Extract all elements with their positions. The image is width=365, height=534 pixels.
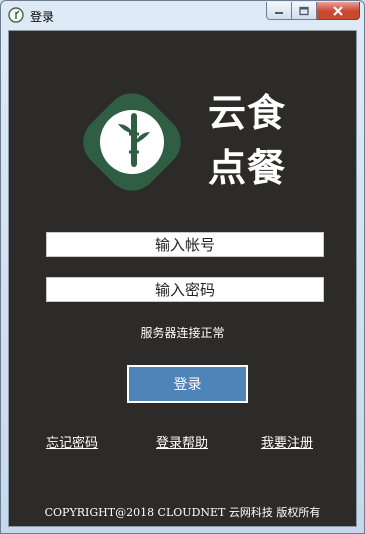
bamboo-logo: [83, 93, 181, 191]
brand-title-line2: 点餐: [208, 146, 287, 190]
brand-title-line1: 云食: [208, 91, 287, 135]
login-window: 登录 云食 点餐 输入帐号 服务器连接正常 登录 忘记密码 登录帮助 我要注册 …: [0, 0, 365, 534]
login-button[interactable]: 登录: [127, 365, 248, 403]
register-link[interactable]: 我要注册: [261, 432, 313, 451]
leaf-icon: [8, 7, 24, 23]
minimize-icon: [275, 11, 283, 14]
title-bar[interactable]: 登录: [1, 1, 364, 30]
maximize-icon: [299, 6, 309, 15]
login-help-link[interactable]: 登录帮助: [156, 432, 208, 451]
login-panel: 云食 点餐 服务器连接正常 登录 忘记密码 登录帮助 我要注册 COPYRIGH…: [8, 30, 357, 527]
close-icon: [333, 5, 343, 16]
window-title: 登录: [30, 10, 55, 24]
minimize-button[interactable]: [266, 2, 292, 20]
maximize-button[interactable]: [292, 2, 317, 20]
copyright-footer: COPYRIGHT@2018 CLOUDNET 云网科技 版权所有: [44, 506, 321, 519]
forgot-password-link[interactable]: 忘记密码: [46, 432, 98, 451]
password-input[interactable]: [46, 277, 324, 302]
server-status-text: 服务器连接正常: [140, 326, 225, 340]
username-input[interactable]: [46, 232, 324, 257]
window-controls: [266, 2, 360, 21]
close-button[interactable]: [317, 2, 360, 20]
